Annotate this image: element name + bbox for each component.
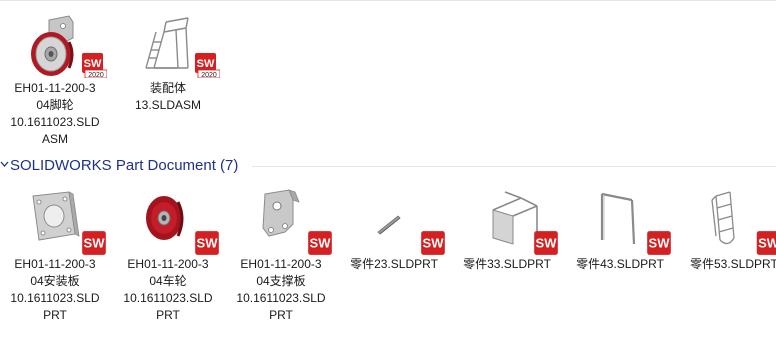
file-item-part-53[interactable]: SW 零件53.SLDPRT [672, 188, 776, 278]
file-name: 零件53.SLDPRT [690, 256, 776, 273]
file-name-line: PRT [269, 308, 293, 322]
file-name-line: EH01-11-200-3 [14, 81, 96, 95]
group-header[interactable]: SOLIDWORKS Part Document (7) [0, 154, 776, 178]
file-name: 零件43.SLDPRT [568, 256, 672, 273]
svg-text:2020: 2020 [88, 72, 104, 78]
file-item-part-mounting-plate[interactable]: SW EH01-11-200-3 04安装板 10.1611023.SLD PR… [3, 188, 107, 328]
file-item-part-43[interactable]: SW 零件43.SLDPRT [568, 188, 672, 278]
file-name-line: 零件43.SLDPRT [576, 257, 664, 271]
file-item-part-23[interactable]: SW 零件23.SLDPRT [342, 188, 446, 278]
file-name-line: PRT [156, 308, 180, 322]
file-name-line: 10.1611023.SLD [236, 291, 326, 305]
svg-text:SW: SW [197, 58, 215, 70]
file-name-line: EH01-11-200-3 [240, 257, 322, 271]
svg-text:SW: SW [310, 236, 332, 251]
solidworks-icon: SW 2020 [195, 53, 220, 78]
file-name: 零件33.SLDPRT [455, 256, 559, 273]
chevron-down-icon[interactable] [0, 160, 9, 168]
svg-text:SW: SW [197, 236, 219, 251]
file-name-line: 10.1611023.SLD [10, 291, 100, 305]
file-name-line: ASM [41, 132, 68, 146]
solidworks-icon: SW [308, 231, 332, 255]
file-name: 装配体 13.SLDASM [116, 80, 220, 114]
group-divider [252, 166, 776, 167]
svg-text:SW: SW [84, 58, 102, 70]
solidworks-icon: SW [82, 231, 106, 255]
file-name-line: PRT [43, 308, 67, 322]
file-name: 零件23.SLDPRT [342, 256, 446, 273]
file-name-line: 04安装板 [30, 274, 80, 288]
file-name: EH01-11-200-3 04安装板 10.1611023.SLD PRT [3, 256, 107, 324]
file-name-line: EH01-11-200-3 [14, 257, 96, 271]
svg-text:SW: SW [758, 236, 776, 251]
file-name: EH01-11-200-3 04车轮 10.1611023.SLD PRT [116, 256, 220, 324]
file-name-line: 零件33.SLDPRT [463, 257, 551, 271]
file-name-line: 零件23.SLDPRT [350, 257, 438, 271]
file-name-line: 04车轮 [149, 274, 187, 288]
solidworks-icon: SW [647, 231, 671, 255]
file-name-line: 04脚轮 [36, 98, 74, 112]
group-title[interactable]: SOLIDWORKS Part Document (7) [10, 157, 238, 174]
svg-text:SW: SW [649, 236, 671, 251]
file-item-part-wheel[interactable]: SW EH01-11-200-3 04车轮 10.1611023.SLD PRT [116, 188, 220, 328]
file-name-line: 零件53.SLDPRT [690, 257, 776, 271]
solidworks-icon: SW 2020 [82, 53, 107, 78]
svg-text:SW: SW [423, 236, 445, 251]
svg-text:2020: 2020 [201, 72, 217, 78]
svg-text:SW: SW [84, 236, 106, 251]
file-name-line: 10.1611023.SLD [123, 291, 213, 305]
file-name-line: 04支撑板 [256, 274, 306, 288]
svg-text:SW: SW [536, 236, 558, 251]
solidworks-icon: SW [195, 231, 219, 255]
solidworks-icon: SW [421, 231, 445, 255]
solidworks-icon: SW [534, 231, 558, 255]
file-name-line: 装配体 [149, 81, 186, 95]
file-name-line: 10.1611023.SLD [10, 115, 100, 129]
file-item-asm-13[interactable]: SW 2020 装配体 13.SLDASM [116, 12, 220, 112]
file-name-line: EH01-11-200-3 [127, 257, 209, 271]
file-item-part-33[interactable]: SW 零件33.SLDPRT [455, 188, 559, 278]
file-name-line: 13.SLDASM [134, 98, 202, 112]
solidworks-icon: SW [756, 231, 776, 255]
file-name: EH01-11-200-3 04支撑板 10.1611023.SLD PRT [229, 256, 333, 324]
top-divider [0, 0, 776, 1]
file-name: EH01-11-200-3 04脚轮 10.1611023.SLD ASM [3, 80, 107, 148]
file-item-asm-caster[interactable]: SW 2020 EH01-11-200-3 04脚轮 10.1611023.SL… [3, 12, 107, 147]
file-item-part-support-plate[interactable]: SW EH01-11-200-3 04支撑板 10.1611023.SLD PR… [229, 188, 333, 328]
